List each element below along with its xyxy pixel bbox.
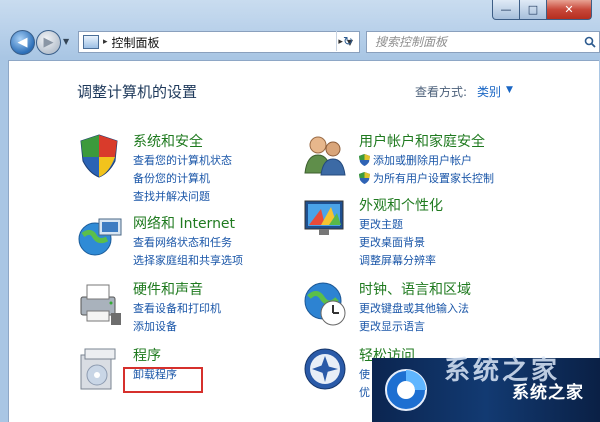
forward-button[interactable]: ▶	[36, 30, 61, 55]
link-parental-controls[interactable]: 为所有用户设置家长控制	[359, 170, 494, 188]
address-bar[interactable]: ▸ 控制面板 ▸ ▼	[78, 31, 360, 53]
users-icon[interactable]	[301, 131, 349, 179]
link-ease-second[interactable]: 优	[359, 384, 370, 402]
link-change-display-language[interactable]: 更改显示语言	[359, 318, 469, 336]
view-by-label: 查看方式:	[415, 85, 468, 99]
link-label[interactable]: 添加或删除用户帐户	[373, 154, 472, 167]
ease-of-access-icon[interactable]	[301, 345, 349, 393]
link-homegroup-sharing[interactable]: 选择家庭组和共享选项	[133, 252, 243, 270]
link-adjust-resolution[interactable]: 调整屏幕分辨率	[359, 252, 436, 270]
navigation-bar: ◀ ▶ ▼ ▸ 控制面板 ▸ ▼ ↻	[6, 28, 600, 56]
link-change-keyboard-input[interactable]: 更改键盘或其他输入法	[359, 300, 469, 318]
control-panel-icon	[83, 35, 99, 49]
close-button[interactable]: ✕	[547, 0, 592, 20]
view-by-dropdown[interactable]: 类别	[477, 83, 501, 100]
link-view-computer-status[interactable]: 查看您的计算机状态	[133, 152, 232, 170]
link-label[interactable]: 为所有用户设置家长控制	[373, 172, 494, 185]
watermark: 系统之家 系统之家	[372, 356, 600, 422]
search-box[interactable]	[366, 31, 600, 53]
control-panel-window: — □ ✕ ◀ ▶ ▼ ▸ 控制面板 ▸ ▼ ↻ 调整计算机的设置 查看方式: …	[0, 0, 600, 422]
link-add-device[interactable]: 添加设备	[133, 318, 221, 336]
category-title[interactable]: 外观和个性化	[359, 195, 443, 215]
refresh-button[interactable]: ↻	[336, 31, 359, 51]
category-title[interactable]: 网络和 Internet	[133, 213, 235, 233]
site-logo-icon	[385, 369, 427, 411]
category-title[interactable]: 系统和安全	[133, 131, 203, 151]
printer-icon[interactable]	[75, 279, 123, 327]
clock-globe-icon[interactable]	[301, 279, 349, 327]
view-by-dropdown-icon[interactable]: ▼	[506, 85, 513, 95]
link-ease-first[interactable]: 使	[359, 366, 370, 384]
link-add-remove-accounts[interactable]: 添加或删除用户帐户	[359, 152, 494, 170]
security-shield-icon[interactable]	[75, 131, 123, 179]
highlight-box	[123, 367, 203, 393]
address-arrow-icon[interactable]: ▸	[103, 37, 108, 47]
link-troubleshoot[interactable]: 查找并解决问题	[133, 188, 232, 206]
page-title: 调整计算机的设置	[77, 83, 198, 101]
display-palette-icon[interactable]	[301, 195, 349, 243]
breadcrumb-control-panel[interactable]: 控制面板	[112, 34, 339, 51]
category-title[interactable]: 硬件和声音	[133, 279, 203, 299]
link-view-network-status[interactable]: 查看网络状态和任务	[133, 234, 243, 252]
minimize-button[interactable]: —	[492, 0, 520, 20]
search-icon[interactable]	[581, 36, 599, 48]
programs-box-icon[interactable]	[75, 345, 123, 393]
search-input[interactable]	[367, 34, 581, 50]
link-change-theme[interactable]: 更改主题	[359, 216, 436, 234]
recent-pages-dropdown-icon[interactable]: ▼	[63, 37, 69, 46]
link-change-desktop-background[interactable]: 更改桌面背景	[359, 234, 436, 252]
network-globe-icon[interactable]	[75, 213, 123, 261]
watermark-site-name: 系统之家	[512, 383, 584, 403]
back-button[interactable]: ◀	[10, 30, 35, 55]
category-title[interactable]: 程序	[133, 345, 161, 365]
link-devices-printers[interactable]: 查看设备和打印机	[133, 300, 221, 318]
maximize-button[interactable]: □	[520, 0, 547, 20]
caption-buttons: — □ ✕	[492, 0, 592, 20]
category-title[interactable]: 时钟、语言和区域	[359, 279, 471, 299]
link-backup-computer[interactable]: 备份您的计算机	[133, 170, 232, 188]
category-title[interactable]: 用户帐户和家庭安全	[359, 131, 485, 151]
uac-shield-icon	[359, 172, 370, 184]
uac-shield-icon	[359, 154, 370, 166]
